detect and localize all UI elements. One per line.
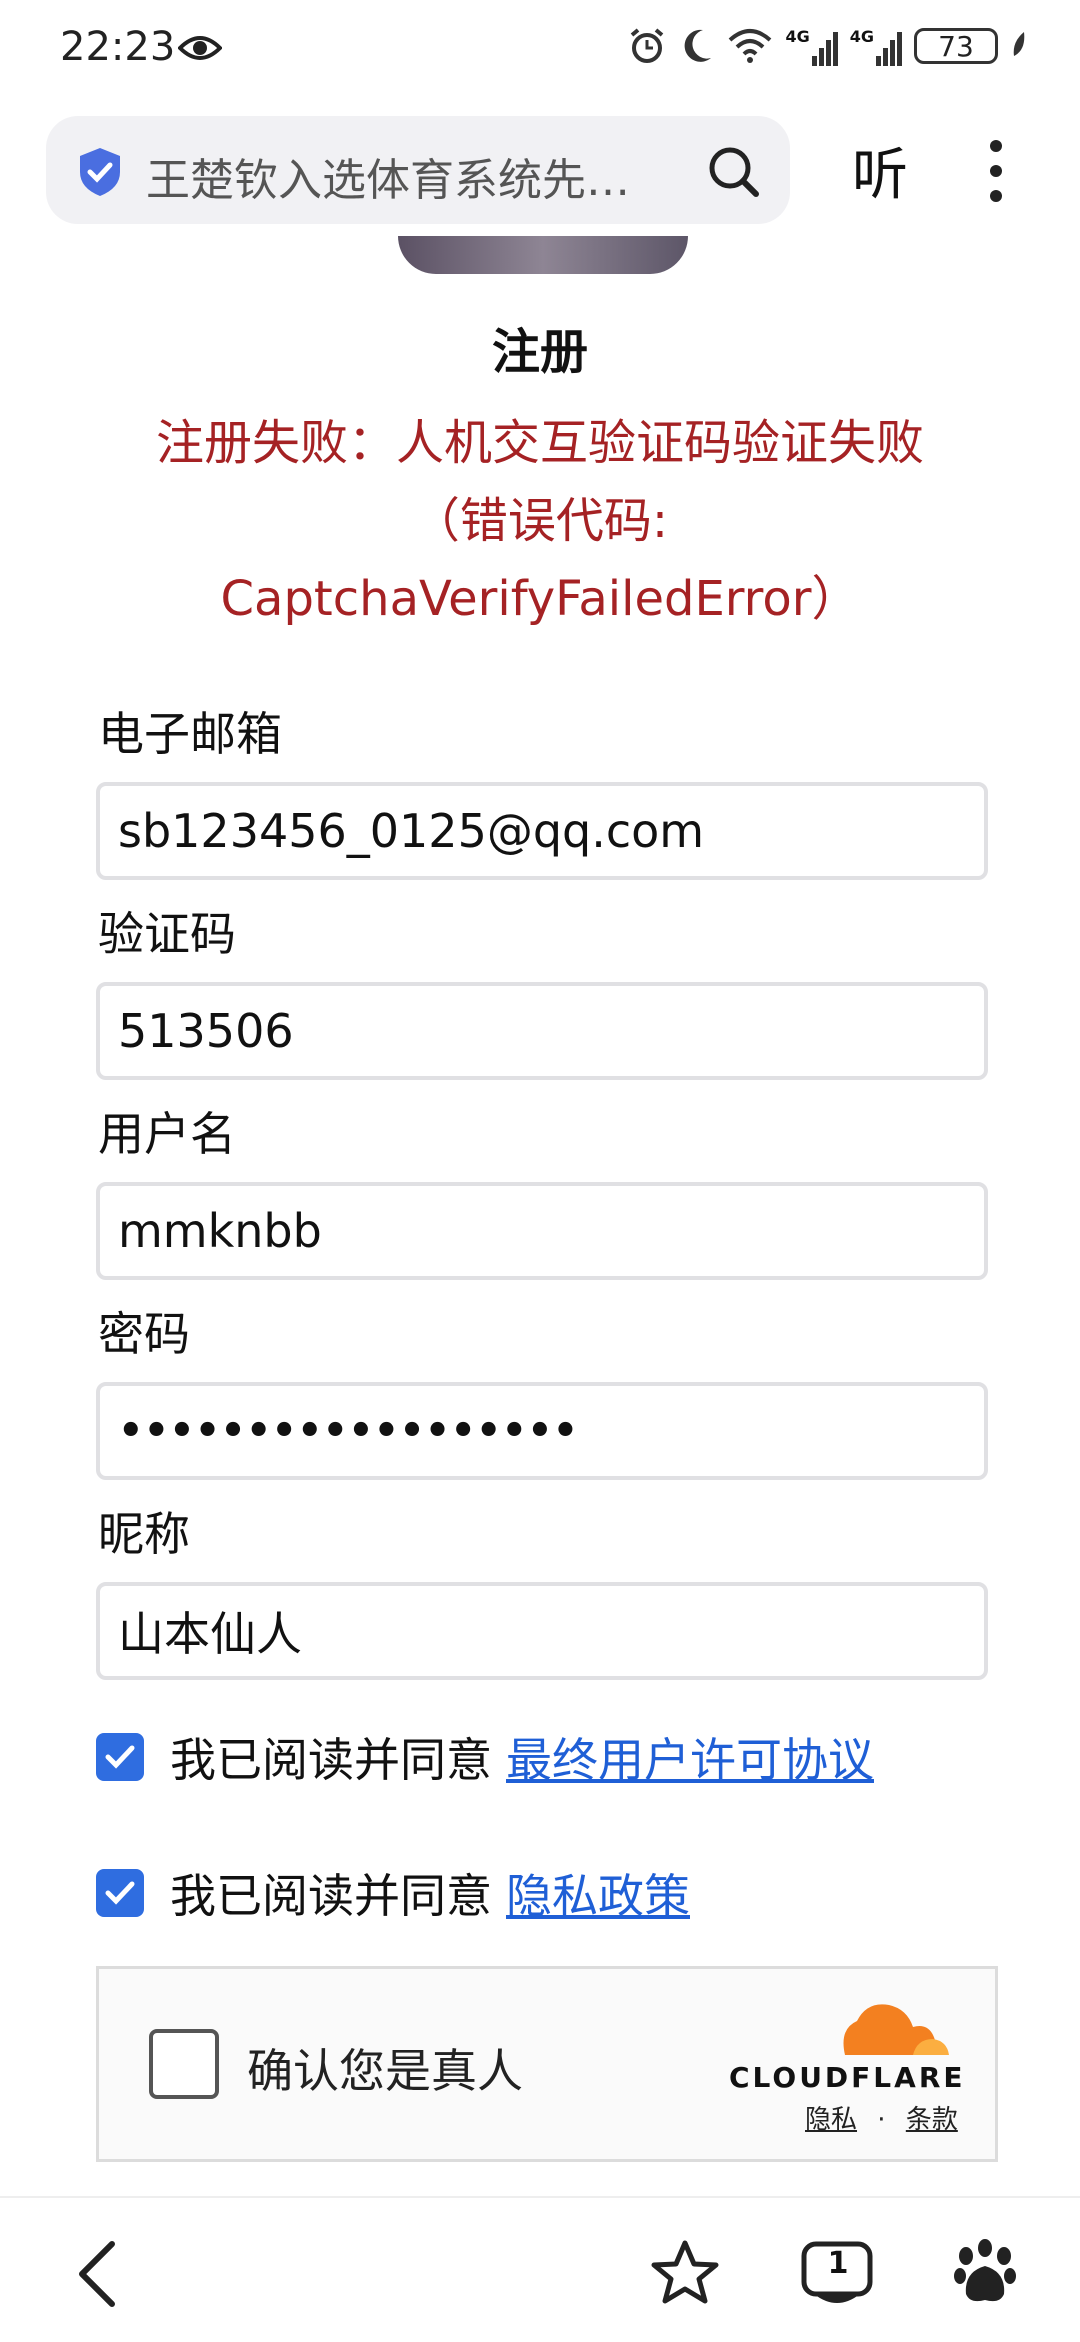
status-time: 22:23	[60, 24, 176, 70]
nickname-field[interactable]: 山本仙人	[96, 1582, 988, 1680]
wifi-icon	[729, 29, 772, 63]
battery-indicator: 73	[914, 28, 998, 64]
error-message: 注册失败：人机交互验证码验证失败 （错误代码: CaptchaVerifyFai…	[120, 404, 960, 638]
paw-icon[interactable]	[952, 2238, 1018, 2308]
avatar	[398, 236, 688, 274]
check-icon	[105, 1881, 135, 1905]
bottom-nav: 1	[0, 2196, 1080, 2342]
privacy-agree-row: 我已阅读并同意 隐私政策	[96, 1860, 690, 1926]
cf-terms-link[interactable]: 条款	[906, 2105, 958, 2135]
address-bar[interactable]: 王楚钦入选体育系统先…	[46, 116, 790, 224]
privacy-checkbox[interactable]	[96, 1869, 144, 1917]
verification-code-field[interactable]: 513506	[96, 982, 988, 1080]
cloudflare-links: 隐私 · 条款	[805, 2099, 958, 2136]
agree-text: 我已阅读并同意	[170, 1869, 492, 1923]
eula-agree-row: 我已阅读并同意 最终用户许可协议	[96, 1724, 874, 1790]
tab-count: 1	[827, 2246, 849, 2281]
back-icon[interactable]	[72, 2238, 122, 2310]
password-field[interactable]: ••••••••••••••••••	[96, 1382, 988, 1480]
password-label: 密码	[98, 1307, 190, 1361]
username-field[interactable]: mmknbb	[96, 1182, 988, 1280]
moon-icon	[685, 29, 712, 62]
error-line: 注册失败：人机交互验证码验证失败	[155, 415, 924, 471]
leaf-icon	[1013, 32, 1025, 56]
captcha-checkbox[interactable]	[149, 2029, 219, 2099]
cloudflare-captcha: 确认您是真人 CLOUDFLARE 隐私 · 条款	[96, 1966, 998, 2162]
eye-icon	[178, 36, 222, 60]
cloudflare-logo-icon	[843, 2004, 949, 2055]
captcha-label: 确认您是真人	[247, 2044, 523, 2098]
cf-privacy-link[interactable]: 隐私	[805, 2105, 857, 2135]
search-icon[interactable]	[702, 140, 766, 204]
signal-2-icon: 4G	[850, 26, 902, 66]
nickname-label: 昵称	[98, 1507, 190, 1561]
email-field[interactable]: sb123456_0125@qq.com	[96, 782, 988, 880]
status-bar: 22:23 4G 4G 73	[0, 0, 1080, 104]
signal-1-icon: 4G	[785, 26, 838, 66]
cloudflare-brand: CLOUDFLARE	[729, 2061, 966, 2094]
cf-separator: ·	[877, 2105, 886, 2135]
privacy-link[interactable]: 隐私政策	[506, 1860, 690, 1926]
error-line: （错误代码:	[411, 493, 669, 549]
listen-button[interactable]: 听	[852, 130, 908, 211]
address-text[interactable]: 王楚钦入选体育系统先…	[146, 144, 736, 208]
star-icon[interactable]	[650, 2238, 720, 2308]
username-label: 用户名	[98, 1107, 236, 1161]
check-icon	[105, 1745, 135, 1769]
email-label: 电子邮箱	[98, 707, 282, 761]
shield-icon	[80, 148, 120, 196]
eula-checkbox[interactable]	[96, 1733, 144, 1781]
error-line: CaptchaVerifyFailedError）	[220, 571, 860, 627]
alarm-icon	[631, 28, 664, 63]
agree-text: 我已阅读并同意	[170, 1733, 492, 1787]
eula-link[interactable]: 最终用户许可协议	[506, 1724, 874, 1790]
page-title: 注册	[491, 324, 588, 380]
more-vertical-icon[interactable]	[984, 136, 1008, 206]
status-icons: 4G 4G 73	[627, 26, 1028, 66]
captcha-code-label: 验证码	[98, 907, 236, 961]
